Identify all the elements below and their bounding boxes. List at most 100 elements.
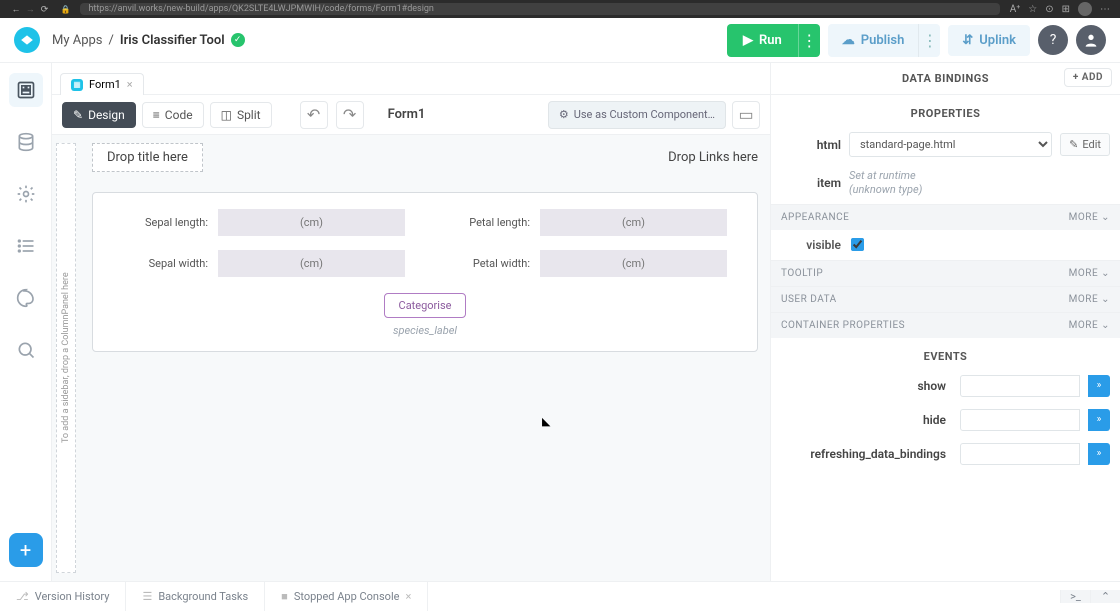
- redo-button[interactable]: ↷: [336, 101, 364, 129]
- visible-checkbox[interactable]: [851, 238, 864, 251]
- tab-design[interactable]: ✎ Design: [62, 102, 136, 128]
- run-button[interactable]: ▶ Run: [727, 24, 798, 57]
- designer-toolbar: ✎ Design ≡ Code ◫ Split ↶ ↷ Form1 ⚙ U: [52, 95, 770, 135]
- profile-icon[interactable]: [1078, 2, 1092, 16]
- terminal-button[interactable]: >_: [1060, 590, 1090, 603]
- close-icon[interactable]: ×: [405, 590, 411, 603]
- custom-component-label: Use as Custom Component…: [574, 108, 715, 121]
- forward-icon[interactable]: →: [24, 4, 36, 15]
- properties-panel: DATA BINDINGS + ADD PROPERTIES html stan…: [770, 63, 1120, 581]
- uplink-button[interactable]: ⇵ Uplink: [948, 25, 1030, 56]
- events-title: EVENTS: [771, 338, 1120, 369]
- status-ok-icon: ✓: [231, 33, 245, 47]
- mouse-cursor-icon: ◣: [542, 415, 550, 428]
- sidebar-drop-zone[interactable]: To add a sidebar, drop a ColumnPanel her…: [56, 143, 76, 573]
- petal-length-label: Petal length:: [445, 216, 530, 229]
- rail-app-icon[interactable]: [9, 73, 43, 107]
- list-icon: ≡: [153, 108, 160, 122]
- account-button[interactable]: [1076, 25, 1106, 55]
- tab-background-tasks[interactable]: ☰ Background Tasks: [126, 582, 265, 611]
- prop-visible: visible: [771, 230, 1120, 260]
- section-user-data[interactable]: USER DATA MORE ⌄: [771, 286, 1120, 312]
- visible-label: visible: [781, 238, 841, 252]
- field-petal-width: Petal width:: [445, 250, 727, 277]
- run-label: Run: [759, 33, 782, 48]
- tab-split-label: Split: [237, 108, 261, 122]
- rail-list-icon[interactable]: [9, 229, 43, 263]
- left-rail: +: [0, 63, 52, 581]
- help-button[interactable]: ?: [1038, 25, 1068, 55]
- field-sepal-width: Sepal width:: [123, 250, 405, 277]
- event-refresh: refreshing_data_bindings »: [771, 437, 1120, 471]
- tab-code[interactable]: ≡ Code: [142, 102, 204, 128]
- undo-button[interactable]: ↶: [300, 101, 328, 129]
- event-show-input[interactable]: [960, 375, 1080, 397]
- rail-settings-icon[interactable]: [9, 177, 43, 211]
- species-label[interactable]: species_label: [123, 324, 727, 337]
- sepal-length-label: Sepal length:: [123, 216, 208, 229]
- sepal-length-input[interactable]: [218, 209, 405, 236]
- event-refresh-go[interactable]: »: [1088, 443, 1110, 465]
- form-name: Form1: [388, 107, 426, 122]
- categorise-button[interactable]: Categorise: [384, 293, 467, 318]
- design-canvas[interactable]: Drop title here Drop Links here Sepal le…: [80, 135, 770, 581]
- uplink-icon: ⇵: [962, 33, 973, 48]
- event-hide-go[interactable]: »: [1088, 409, 1110, 431]
- tab-console[interactable]: ■ Stopped App Console ×: [265, 582, 428, 611]
- publish-dropdown[interactable]: ⋮: [918, 24, 940, 57]
- event-show: show »: [771, 369, 1120, 403]
- prop-item: item Set at runtime (unknown type): [771, 163, 1120, 204]
- publish-button[interactable]: ☁ Publish: [828, 24, 919, 57]
- rail-search-icon[interactable]: [9, 333, 43, 367]
- add-binding-button[interactable]: + ADD: [1064, 68, 1112, 87]
- extensions-icon[interactable]: ⊞: [1062, 4, 1070, 15]
- uplink-label: Uplink: [979, 33, 1016, 48]
- url-bar[interactable]: https://anvil.works/new-build/apps/QK2SL…: [80, 3, 999, 15]
- more-toggle: MORE ⌄: [1069, 212, 1110, 223]
- breadcrumb-sep: /: [109, 33, 114, 48]
- gear-icon: ⚙: [559, 108, 569, 121]
- field-sepal-length: Sepal length:: [123, 209, 405, 236]
- menu-icon[interactable]: ⋯: [1100, 4, 1110, 15]
- zoom-icon[interactable]: A⁺: [1010, 4, 1021, 15]
- tab-version-history[interactable]: ⎇ Version History: [0, 582, 126, 611]
- section-appearance[interactable]: APPEARANCE MORE ⌄: [771, 204, 1120, 230]
- anvil-logo[interactable]: [14, 27, 40, 53]
- rail-theme-icon[interactable]: [9, 281, 43, 315]
- close-icon[interactable]: ×: [127, 78, 133, 91]
- split-icon: ◫: [221, 108, 232, 122]
- rail-database-icon[interactable]: [9, 125, 43, 159]
- form-card[interactable]: Sepal length: Petal length: Sepal width:: [92, 192, 758, 352]
- petal-width-label: Petal width:: [445, 257, 530, 270]
- publish-label: Publish: [861, 33, 905, 48]
- event-hide-input[interactable]: [960, 409, 1080, 431]
- edit-html-button[interactable]: ✎ Edit: [1060, 133, 1110, 156]
- star-icon[interactable]: ☆: [1028, 4, 1037, 15]
- collapse-button[interactable]: ⌃: [1090, 590, 1120, 603]
- petal-length-input[interactable]: [540, 209, 727, 236]
- sepal-width-input[interactable]: [218, 250, 405, 277]
- custom-component-button[interactable]: ⚙ Use as Custom Component…: [548, 101, 726, 129]
- links-drop-zone[interactable]: Drop Links here: [668, 144, 758, 171]
- back-icon[interactable]: ←: [10, 4, 22, 15]
- refresh-icon[interactable]: ⟳: [38, 5, 50, 15]
- file-tab-form1[interactable]: ▦ Form1 ×: [60, 73, 144, 95]
- html-select[interactable]: standard-page.html: [849, 132, 1052, 157]
- layout-toggle-button[interactable]: ▭: [732, 101, 760, 129]
- event-hide: hide »: [771, 403, 1120, 437]
- pencil-icon: ✎: [73, 108, 83, 122]
- section-tooltip[interactable]: TOOLTIP MORE ⌄: [771, 260, 1120, 286]
- run-dropdown[interactable]: ⋮: [798, 24, 820, 57]
- rail-add-button[interactable]: +: [9, 533, 43, 567]
- title-drop-zone[interactable]: Drop title here: [92, 143, 203, 172]
- item-desc: Set at runtime (unknown type): [849, 169, 922, 198]
- properties-title: PROPERTIES: [771, 95, 1120, 126]
- app-name[interactable]: Iris Classifier Tool: [120, 33, 225, 48]
- my-apps-link[interactable]: My Apps: [52, 33, 103, 48]
- tab-split[interactable]: ◫ Split: [210, 102, 272, 128]
- event-refresh-input[interactable]: [960, 443, 1080, 465]
- section-container[interactable]: CONTAINER PROPERTIES MORE ⌄: [771, 312, 1120, 338]
- petal-width-input[interactable]: [540, 250, 727, 277]
- sync-icon[interactable]: ⊙: [1045, 4, 1053, 15]
- event-show-go[interactable]: »: [1088, 375, 1110, 397]
